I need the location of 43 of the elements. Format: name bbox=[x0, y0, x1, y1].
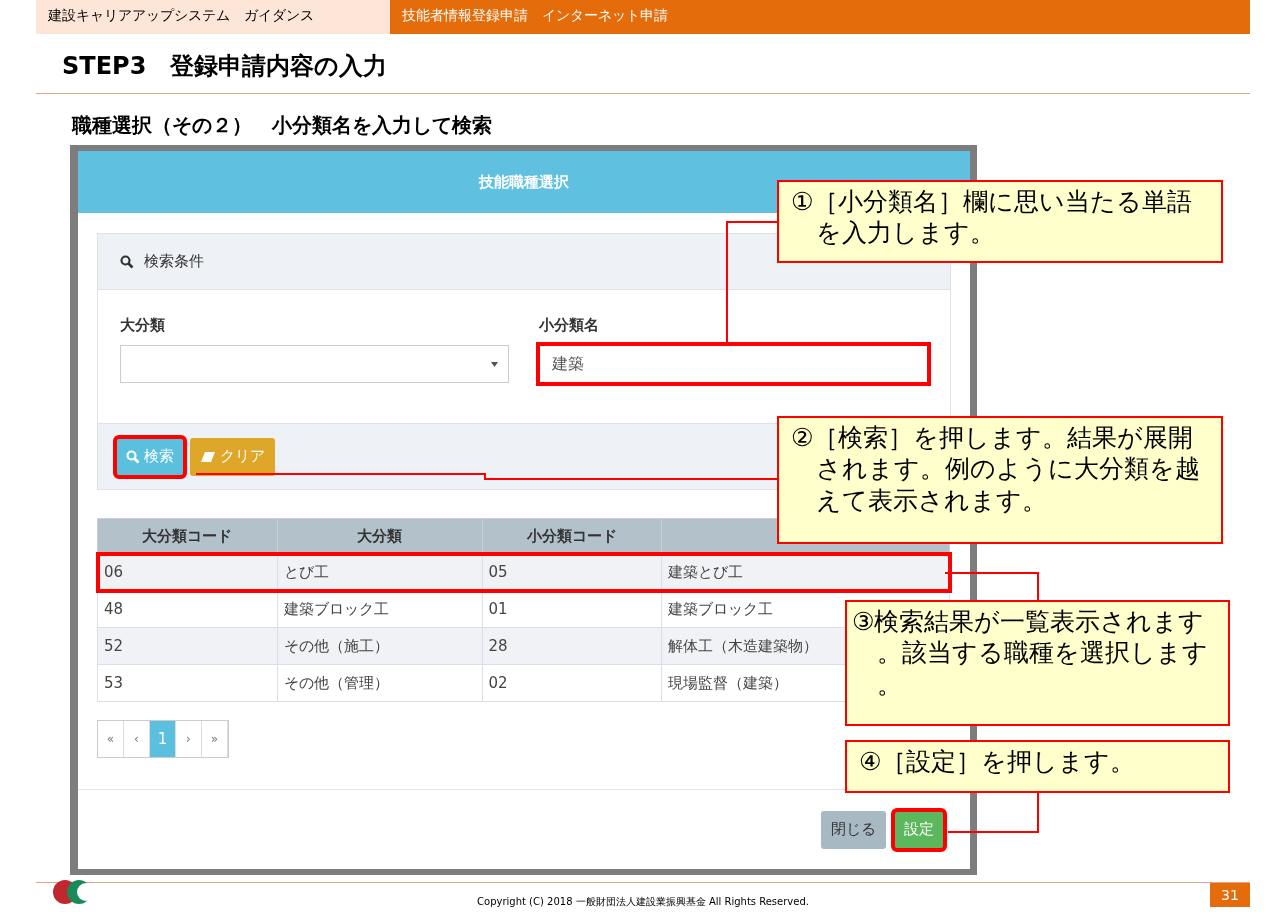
table-cell: 01 bbox=[488, 600, 508, 618]
table-cell: とび工 bbox=[283, 562, 329, 581]
dropdown-field[interactable] bbox=[120, 345, 509, 383]
callout-note: ③検索結果が一覧表示されます。該当する職種を選択します。 bbox=[845, 600, 1230, 726]
table-cell: 48 bbox=[104, 600, 124, 618]
table-cell: 現場監督（建築） bbox=[668, 673, 789, 692]
table-cell: 53 bbox=[104, 674, 124, 692]
table-cell: 06 bbox=[104, 563, 124, 581]
section-title: 技能者情報登録申請 インターネット申請 bbox=[390, 0, 1250, 34]
callout-note: ②［検索］を押します。結果が展開されます。例のように大分類を越えて表示されます。 bbox=[777, 416, 1223, 544]
table-cell: 28 bbox=[488, 637, 508, 655]
panel-heading: 検索条件 bbox=[144, 252, 204, 271]
table-cell: その他（管理） bbox=[283, 673, 389, 692]
table-cell: 解体工（木造建築物） bbox=[668, 636, 819, 655]
page-link[interactable]: » bbox=[202, 721, 228, 757]
page-link[interactable]: › bbox=[176, 721, 202, 757]
page-number: 31 bbox=[1210, 883, 1250, 907]
copyright-text: Copyright (C) 2018 一般財団法人建設業振興基金 All Rights Reserved. bbox=[477, 895, 809, 909]
field-label: 大分類 bbox=[120, 316, 166, 335]
field-label: 小分類名 bbox=[539, 316, 600, 335]
table-cell: その他（施工） bbox=[283, 636, 389, 655]
table-cell: 建築ブロック工 bbox=[283, 599, 389, 618]
input-field[interactable]: 建築 bbox=[539, 345, 928, 383]
caret-icon bbox=[491, 361, 498, 367]
callout-note: ①［小分類名］欄に思い当たる単語を入力します。 bbox=[777, 180, 1223, 263]
guide-title: 建設キャリアアップシステム ガイダンス bbox=[36, 0, 390, 34]
close-button[interactable]: 閉じる bbox=[821, 810, 886, 849]
column-header: 大分類コード bbox=[97, 518, 278, 554]
eraser-icon bbox=[200, 450, 216, 463]
table-cell: 02 bbox=[488, 674, 508, 692]
table-cell: 建築とび工 bbox=[668, 562, 744, 581]
table-cell: 建築ブロック工 bbox=[668, 599, 774, 618]
search-icon bbox=[120, 254, 134, 269]
column-header: 大分類 bbox=[277, 518, 483, 554]
confirm-button[interactable]: 設定 bbox=[894, 810, 944, 849]
page-link[interactable]: « bbox=[98, 721, 124, 757]
search-icon bbox=[126, 449, 140, 464]
slide-subtitle: 職種選択（その２） 小分類名を入力して検索 bbox=[70, 112, 493, 139]
column-header: 小分類コード bbox=[482, 518, 662, 554]
table-cell: 52 bbox=[104, 637, 124, 655]
callout-note: ④［設定］を押します。 bbox=[845, 740, 1230, 793]
slide-title: STEP3 登録申請内容の入力 bbox=[36, 34, 1250, 94]
table-cell: 05 bbox=[488, 563, 508, 581]
